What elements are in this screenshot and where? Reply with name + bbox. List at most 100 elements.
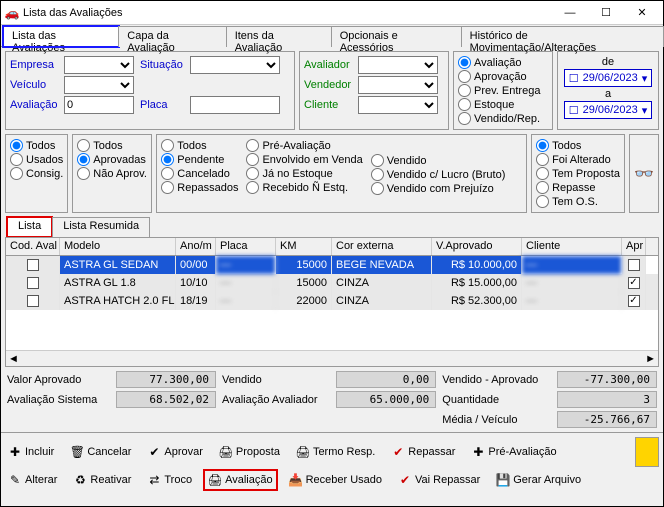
radio-vendido-rep[interactable]: Vendido/Rep. (458, 112, 548, 125)
edit-icon: ✎ (8, 473, 22, 487)
rg3-envvenda[interactable]: Envolvido em Venda (246, 153, 362, 166)
alterar-button[interactable]: ✎Alterar (5, 471, 60, 489)
approve-icon: ✔ (147, 445, 161, 459)
col-cliente[interactable]: Cliente (522, 238, 622, 255)
rg3-cancelado[interactable]: Cancelado (161, 167, 238, 180)
restore-icon: ♻ (73, 473, 87, 487)
rg3-vendido[interactable]: Vendido (371, 154, 506, 167)
table-row[interactable]: ASTRA HATCH 2.0 FL 18/19 — 22000 CINZA R… (6, 292, 658, 310)
apr-check[interactable]: ✓ (628, 277, 640, 289)
date-de[interactable]: ☐ 29/06/2023 ▾ (564, 69, 652, 87)
horizontal-scrollbar[interactable]: ◄► (6, 350, 658, 366)
file-icon: 💾 (496, 473, 510, 487)
gerar-arquivo-button[interactable]: 💾Gerar Arquivo (493, 471, 584, 489)
repassar-button[interactable]: ✔Repassar (388, 443, 458, 461)
tab-capa[interactable]: Capa da Avaliação (118, 26, 226, 47)
placa-input[interactable] (190, 96, 280, 114)
subtab-lista[interactable]: Lista (7, 217, 52, 237)
check-icon: ✔ (391, 445, 405, 459)
rg3-pendente[interactable]: Pendente (161, 153, 238, 166)
rg1-usados[interactable]: Usados (10, 153, 63, 166)
avaliacao-input[interactable] (64, 96, 134, 114)
rg4-repasse[interactable]: Repasse (536, 181, 620, 194)
value-vendido-aprovado: -77.300,00 (557, 371, 657, 388)
rg3-preav[interactable]: Pré-Avaliação (246, 139, 362, 152)
empresa-select[interactable] (64, 56, 134, 74)
rg3-repassados[interactable]: Repassados (161, 181, 238, 194)
app-icon: 🚗 (5, 6, 19, 20)
proposta-button[interactable]: 🖨Proposta (216, 443, 283, 461)
value-vendido: 0,00 (336, 371, 436, 388)
label-vendedor: Vendedor (304, 79, 356, 91)
avaliacao-button[interactable]: 🖨Avaliação (205, 471, 276, 489)
rg2-aprovadas[interactable]: Aprovadas (77, 153, 147, 166)
radio-estoque[interactable]: Estoque (458, 98, 548, 111)
radio-avaliacao[interactable]: Avaliação (458, 56, 548, 69)
exchange-icon: ⇄ (147, 473, 161, 487)
label-vendido-aprovado: Vendido - Aprovado (442, 374, 551, 386)
apr-check[interactable]: ✓ (628, 259, 640, 271)
rg4-foialt[interactable]: Foi Alterado (536, 153, 620, 166)
row-check[interactable] (27, 277, 39, 289)
table-row[interactable]: ASTRA GL 1.8 10/10 — 15000 CINZA R$ 15.0… (6, 274, 658, 292)
aprovar-button[interactable]: ✔Aprovar (144, 443, 206, 461)
table-row[interactable]: ASTRA GL SEDAN 00/00 — 15000 BEGE NEVADA… (6, 256, 658, 274)
receber-usado-button[interactable]: 📥Receber Usado (286, 471, 385, 489)
maximize-button[interactable]: ☐ (589, 3, 623, 23)
termo-button[interactable]: 🖨Termo Resp. (293, 443, 378, 461)
col-apr[interactable]: Apr (622, 238, 646, 255)
tab-itens[interactable]: Itens da Avaliação (226, 26, 332, 47)
row-check[interactable] (27, 295, 39, 307)
rg2-naoaprov[interactable]: Não Aprov. (77, 167, 147, 180)
rg1-consig[interactable]: Consig. (10, 167, 63, 180)
cliente-select[interactable] (358, 96, 438, 114)
apr-check[interactable]: ✓ (628, 295, 640, 307)
date-a[interactable]: ☐ 29/06/2023 ▾ (564, 101, 652, 119)
radio-prev-entrega[interactable]: Prev. Entrega (458, 84, 548, 97)
label-valor-aprovado: Valor Aprovado (7, 374, 110, 386)
minimize-button[interactable]: — (553, 3, 587, 23)
situacao-select[interactable] (190, 56, 280, 74)
col-cor[interactable]: Cor externa (332, 238, 432, 255)
avaliador-select[interactable] (358, 56, 438, 74)
col-km[interactable]: KM (276, 238, 332, 255)
col-ano[interactable]: Ano/m (176, 238, 216, 255)
subtab-resumida[interactable]: Lista Resumida (52, 217, 150, 237)
rg3-recnesq[interactable]: Recebido Ñ Estq. (246, 181, 362, 194)
rg3-jaestoque[interactable]: Já no Estoque (246, 167, 362, 180)
rg4-temprop[interactable]: Tem Proposta (536, 167, 620, 180)
preavaliacao-button[interactable]: ✚Pré-Avaliação (468, 443, 559, 461)
col-codaval[interactable]: Cod. Aval (6, 238, 60, 255)
col-placa[interactable]: Placa (216, 238, 276, 255)
tab-historico[interactable]: Histórico de Movimentação/Alterações (461, 26, 664, 47)
tab-opcionais[interactable]: Opcionais e Acessórios (331, 26, 462, 47)
rg1-todos[interactable]: Todos (10, 139, 63, 152)
rg4-temos[interactable]: Tem O.S. (536, 195, 620, 208)
rg3-todos[interactable]: Todos (161, 139, 238, 152)
incluir-button[interactable]: ✚Incluir (5, 443, 57, 461)
vendedor-select[interactable] (358, 76, 438, 94)
close-button[interactable]: ✕ (625, 3, 659, 23)
label-situacao: Situação (140, 59, 188, 71)
radio-aprovacao[interactable]: Aprovação (458, 70, 548, 83)
value-quantidade: 3 (557, 391, 657, 408)
search-icon[interactable]: 👓 (634, 164, 654, 184)
tab-lista-avaliacoes[interactable]: Lista das Avaliações (3, 26, 119, 47)
receive-icon: 📥 (289, 473, 303, 487)
col-vap[interactable]: V.Aprovado (432, 238, 522, 255)
results-grid[interactable]: Cod. Aval Modelo Ano/m Placa KM Cor exte… (5, 237, 659, 367)
veiculo-select[interactable] (64, 76, 134, 94)
exit-button[interactable] (635, 437, 659, 467)
col-modelo[interactable]: Modelo (60, 238, 176, 255)
cancelar-button[interactable]: 🗑Cancelar (67, 443, 134, 461)
vai-repassar-button[interactable]: ✔Vai Repassar (395, 471, 483, 489)
troco-button[interactable]: ⇄Troco (144, 471, 195, 489)
row-check[interactable] (27, 259, 39, 271)
plus-icon: ✚ (471, 445, 485, 459)
rg3-vendlucro[interactable]: Vendido c/ Lucro (Bruto) (371, 168, 506, 181)
rg4-todos[interactable]: Todos (536, 139, 620, 152)
rg2-todos[interactable]: Todos (77, 139, 147, 152)
reativar-button[interactable]: ♻Reativar (70, 471, 134, 489)
value-av-avaliador: 65.000,00 (336, 391, 436, 408)
rg3-vendprej[interactable]: Vendido com Prejuízo (371, 182, 506, 195)
